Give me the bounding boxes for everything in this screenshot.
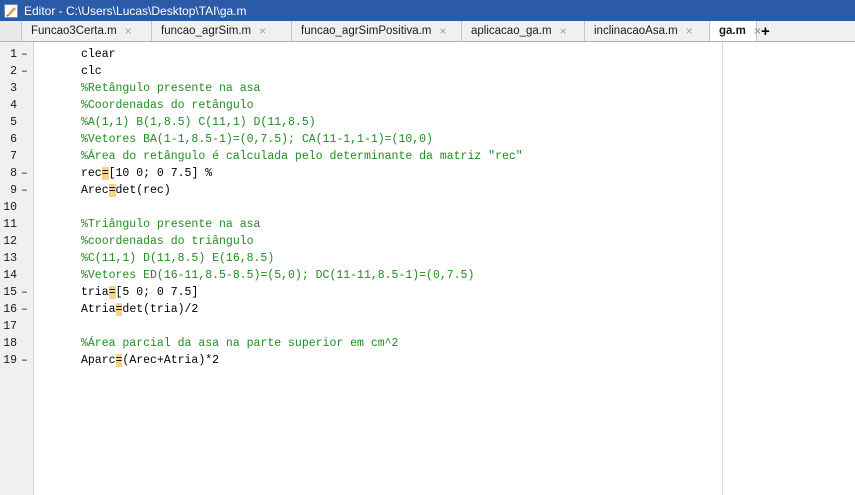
line-number: 12 xyxy=(3,235,17,248)
close-tab-icon[interactable]: × xyxy=(686,24,693,38)
code-comment[interactable]: %C(11,1) D(11,8.5) E(16,8.5) xyxy=(81,250,274,267)
window-title: Editor - C:\Users\Lucas\Desktop\TAI\ga.m xyxy=(24,3,247,18)
code-line: 1– clear xyxy=(0,46,855,63)
code-comment[interactable]: %Retângulo presente na asa xyxy=(81,80,260,97)
code-token: det(rec) xyxy=(115,184,171,197)
close-tab-icon[interactable]: × xyxy=(125,24,132,38)
line-number: 15 xyxy=(3,286,17,299)
line-number: 6 xyxy=(10,133,17,146)
code-token: [5 0; 0 7.5] xyxy=(115,286,199,299)
code-token: Aparc xyxy=(81,354,116,367)
line-number: 9 xyxy=(10,184,17,197)
code-comment[interactable]: %Área do retângulo é calculada pelo dete… xyxy=(81,148,523,165)
breakpoint-dash-marker[interactable]: – xyxy=(21,63,29,80)
code-line: 17 xyxy=(0,318,855,335)
breakpoint-dash-marker[interactable]: – xyxy=(21,352,29,369)
file-tab[interactable]: funcao_agrSimPositiva.m × xyxy=(292,21,462,41)
file-tab[interactable]: Funcao3Certa.m × xyxy=(22,21,152,41)
close-tab-icon[interactable]: × xyxy=(439,24,446,38)
code-line: 14 %Vetores ED(16-11,8.5-8.5)=(5,0); DC(1… xyxy=(0,267,855,284)
code-token: [10 0; 0 7.5] % xyxy=(108,167,213,180)
code-statement[interactable]: clear xyxy=(81,46,116,63)
file-tab-label: inclinacaoAsa.m xyxy=(594,25,678,37)
close-tab-icon[interactable]: × xyxy=(560,24,567,38)
code-line: 11 %Triângulo presente na asa xyxy=(0,216,855,233)
code-statement[interactable]: Atria=det(tria)/2 xyxy=(81,301,198,318)
file-tab-label: funcao_agrSim.m xyxy=(161,25,252,37)
line-number: 18 xyxy=(3,337,17,350)
warning-highlight-token[interactable]: = xyxy=(108,184,116,197)
code-comment[interactable]: %Coordenadas do retângulo xyxy=(81,97,254,114)
breakpoint-dash-marker[interactable]: – xyxy=(21,301,29,318)
code-token: rec xyxy=(81,167,102,180)
code-line: 9– Arec=det(rec) xyxy=(0,182,855,199)
breakpoint-dash-marker[interactable]: – xyxy=(21,165,29,182)
file-tab[interactable]: aplicacao_ga.m × xyxy=(462,21,585,41)
code-token: (Arec+Atria)*2 xyxy=(122,354,220,367)
code-token: Arec xyxy=(81,184,109,197)
file-tab-label: aplicacao_ga.m xyxy=(471,25,552,37)
code-comment[interactable]: %Vetores BA(1-1,8.5-1)=(0,7.5); CA(11-1,… xyxy=(81,131,433,148)
file-tab[interactable]: ga.m × xyxy=(710,21,761,41)
code-line: 16– Atria=det(tria)/2 xyxy=(0,301,855,318)
line-number: 17 xyxy=(3,320,17,333)
line-number: 5 xyxy=(10,116,17,129)
code-comment[interactable]: %coordenadas do triângulo xyxy=(81,233,254,250)
code-comment[interactable]: %Vetores ED(16-11,8.5-8.5)=(5,0); DC(11-… xyxy=(81,267,474,284)
code-statement[interactable]: Arec=det(rec) xyxy=(81,182,171,199)
code-line: 19– Aparc=(Arec+Atria)*2 xyxy=(0,352,855,369)
code-token: Atria xyxy=(81,303,116,316)
line-number: 2 xyxy=(10,65,17,78)
file-tab-label: Funcao3Certa.m xyxy=(31,25,117,37)
code-line: 10 xyxy=(0,199,855,216)
code-line: 15– tria=[5 0; 0 7.5] xyxy=(0,284,855,301)
code-comment[interactable]: %A(1,1) B(1,8.5) C(11,1) D(11,8.5) xyxy=(81,114,316,131)
warning-highlight-token[interactable]: = xyxy=(101,167,109,180)
code-line: 18 %Área parcial da asa na parte superior… xyxy=(0,335,855,352)
file-tab-label: funcao_agrSimPositiva.m xyxy=(301,25,432,37)
code-comment[interactable]: %Triângulo presente na asa xyxy=(81,216,260,233)
line-number: 16 xyxy=(3,303,17,316)
code-token: det(tria)/2 xyxy=(122,303,199,316)
line-number: 4 xyxy=(10,99,17,112)
code-statement[interactable]: tria=[5 0; 0 7.5] xyxy=(81,284,198,301)
code-line: 12 %coordenadas do triângulo xyxy=(0,233,855,250)
code-statement[interactable]: Aparc=(Arec+Atria)*2 xyxy=(81,352,219,369)
editor-app-icon xyxy=(4,3,18,18)
line-number: 13 xyxy=(3,252,17,265)
code-line: 8– rec=[10 0; 0 7.5] % xyxy=(0,165,855,182)
code-line: 6 %Vetores BA(1-1,8.5-1)=(0,7.5); CA(11-1… xyxy=(0,131,855,148)
code-line: 4 %Coordenadas do retângulo xyxy=(0,97,855,114)
title-bar: Editor - C:\Users\Lucas\Desktop\TAI\ga.m xyxy=(0,0,855,21)
code-token: tria xyxy=(81,286,109,299)
code-line: 13 %C(11,1) D(11,8.5) E(16,8.5) xyxy=(0,250,855,267)
breakpoint-dash-marker[interactable]: – xyxy=(21,284,29,301)
line-number: 10 xyxy=(3,201,17,214)
close-tab-icon[interactable]: × xyxy=(259,24,266,38)
line-number: 8 xyxy=(10,167,17,180)
line-number: 3 xyxy=(10,82,17,95)
line-number: 19 xyxy=(3,354,17,367)
code-line: 3 %Retângulo presente na asa xyxy=(0,80,855,97)
line-number: 1 xyxy=(10,48,17,61)
code-line: 5 %A(1,1) B(1,8.5) C(11,1) D(11,8.5) xyxy=(0,114,855,131)
file-tab[interactable]: inclinacaoAsa.m × xyxy=(585,21,710,41)
file-tab[interactable]: funcao_agrSim.m × xyxy=(152,21,292,41)
warning-highlight-token[interactable]: = xyxy=(108,286,116,299)
code-statement[interactable]: rec=[10 0; 0 7.5] % xyxy=(81,165,212,182)
code-comment[interactable]: %Área parcial da asa na parte superior e… xyxy=(81,335,398,352)
file-tab-label: ga.m xyxy=(719,25,746,37)
code-line: 7 %Área do retângulo é calculada pelo det… xyxy=(0,148,855,165)
tab-bar-grip[interactable] xyxy=(0,21,22,41)
line-number: 14 xyxy=(3,269,17,282)
code-statement[interactable]: clc xyxy=(81,63,102,80)
file-tab-bar: Funcao3Certa.m × funcao_agrSim.m × funcao_ag… xyxy=(0,21,855,42)
line-number: 11 xyxy=(3,218,17,231)
breakpoint-dash-marker[interactable]: – xyxy=(21,182,29,199)
code-line: 2– clc xyxy=(0,63,855,80)
new-tab-icon[interactable]: + xyxy=(757,21,774,41)
line-number: 7 xyxy=(10,150,17,163)
breakpoint-dash-marker[interactable]: – xyxy=(21,46,29,63)
